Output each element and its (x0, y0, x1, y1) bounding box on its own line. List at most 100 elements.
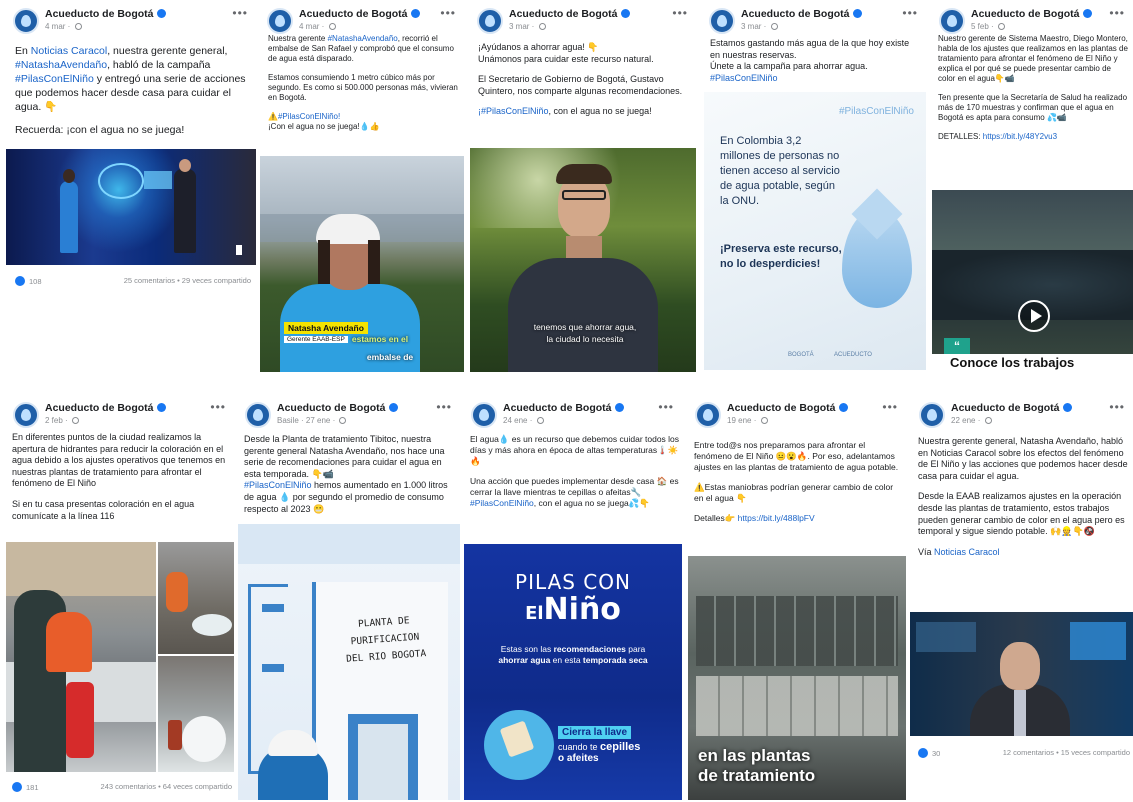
page-name[interactable]: Acueducto de Bogotá (299, 8, 420, 20)
page-name[interactable]: Acueducto de Bogotá (277, 402, 398, 414)
link[interactable]: Noticias Caracol (31, 45, 107, 57)
post-header: Acueducto de Bogotá 3 mar · ••• (468, 2, 696, 40)
page-avatar[interactable] (477, 8, 503, 34)
verified-icon (1062, 403, 1072, 412)
post-date[interactable]: Basile · 27 ene · (277, 416, 347, 425)
hashtag-link[interactable]: ¡#PilasConElNiño (478, 106, 549, 116)
link[interactable]: Noticias Caracol (934, 547, 1000, 557)
globe-icon (339, 417, 347, 424)
post-date[interactable]: 24 ene · (503, 416, 544, 425)
post-card-6: Acueducto de Bogotá 2 feb · ••• En difer… (4, 396, 234, 800)
hashtag-link[interactable]: #PilasConElNiño (15, 73, 94, 85)
page-avatar[interactable] (267, 8, 293, 34)
page-name[interactable]: Acueducto de Bogotá (741, 8, 862, 20)
image-bold-text: ¡Preserva este recurso, no lo desperdici… (720, 243, 842, 270)
post-card-1: Acueducto de Bogotá 4 mar · ••• En Notic… (4, 2, 256, 390)
hashtag-link[interactable]: #PilasConElNiño (470, 498, 534, 508)
page-avatar[interactable] (695, 402, 721, 428)
more-options-icon[interactable]: ••• (672, 6, 688, 20)
likes-count[interactable]: 181 (26, 783, 39, 792)
post-text: ¡Ayúdanos a ahorrar agua! 👇 Unámonos par… (478, 42, 683, 117)
post-date[interactable]: 4 mar · (299, 22, 336, 31)
hashtag-link[interactable]: #PilasConElNiño (710, 73, 778, 83)
post-card-5: Acueducto de Bogotá 5 feb · ••• Nuestro … (930, 2, 1133, 372)
page-avatar[interactable] (13, 402, 39, 428)
more-options-icon[interactable]: ••• (902, 6, 918, 20)
more-options-icon[interactable]: ••• (1109, 6, 1125, 20)
post-card-10: Acueducto de Bogotá 22 ene · ••• Nuestra… (910, 396, 1133, 800)
verified-icon (388, 403, 398, 412)
more-options-icon[interactable]: ••• (1109, 400, 1125, 414)
page-avatar[interactable] (245, 402, 271, 428)
post-date[interactable]: 3 mar · (509, 22, 546, 31)
quote-badge: “ (944, 338, 970, 354)
volume-icon[interactable] (236, 245, 246, 255)
more-options-icon[interactable]: ••• (210, 400, 226, 414)
post-video[interactable]: tenemos que ahorrar agua, la ciudad lo n… (470, 148, 696, 372)
verified-icon (614, 403, 624, 412)
post-stats: 108 25 comentarios • 29 veces compartido (15, 276, 251, 286)
post-date[interactable]: 19 ene · (727, 416, 768, 425)
globe-icon (74, 23, 82, 30)
page-avatar[interactable] (709, 8, 735, 34)
link[interactable]: https://bit.ly/488lpFV (738, 513, 815, 523)
page-name[interactable]: Acueducto de Bogotá (509, 8, 630, 20)
hashtag-link[interactable]: #NatashaAvendaño (328, 34, 398, 43)
post-date[interactable]: 5 feb · (971, 22, 1005, 31)
post-stats: 30 12 comentarios • 15 veces compartido (918, 748, 1130, 758)
post-video[interactable]: Natasha Avendaño Gerente EAAB-ESP estamo… (260, 156, 464, 372)
post-date[interactable]: 4 mar · (45, 22, 82, 31)
page-name[interactable]: Acueducto de Bogotá (971, 8, 1092, 20)
more-options-icon[interactable]: ••• (232, 6, 248, 20)
like-icon (918, 748, 928, 758)
page-name[interactable]: Acueducto de Bogotá (727, 402, 848, 414)
like-icon (15, 276, 25, 286)
comments-shares[interactable]: 25 comentarios • 29 veces compartido (124, 276, 251, 285)
page-name[interactable]: Acueducto de Bogotá (45, 8, 166, 20)
more-options-icon[interactable]: ••• (440, 6, 456, 20)
post-image[interactable]: PILAS CON ElNiño Estas son las recomenda… (464, 544, 682, 800)
post-text: El agua💧 es un recurso que debemos cuida… (470, 434, 680, 508)
globe-icon (984, 417, 992, 424)
post-video[interactable]: “ Conoce los trabajos (932, 190, 1133, 372)
post-video[interactable]: PLANTA DE PURIFICACION DEL RIO BOGOTA (238, 524, 460, 800)
post-date[interactable]: 22 ene · (951, 416, 992, 425)
page-name[interactable]: Acueducto de Bogotá (503, 402, 624, 414)
hashtag-link[interactable]: ⚠️#PilasConElNiño! (268, 112, 340, 121)
hashtag-link[interactable]: #PilasConElNiño (244, 480, 312, 490)
post-image-top-right[interactable] (158, 542, 234, 654)
video-overlay-text: en las plantas de tratamiento (698, 746, 816, 785)
post-video[interactable] (910, 612, 1133, 736)
page-avatar[interactable] (471, 402, 497, 428)
comments-shares[interactable]: 243 comentarios • 64 veces compartido (101, 782, 232, 791)
post-card-8: Acueducto de Bogotá 24 ene · ••• El agua… (462, 396, 682, 800)
link[interactable]: https://bit.ly/48Y2vu3 (983, 132, 1057, 141)
verified-icon (1082, 9, 1092, 18)
post-video[interactable] (6, 149, 256, 265)
post-date[interactable]: 3 mar · (741, 22, 778, 31)
post-image[interactable]: #PilasConElNiño En Colombia 3,2 millones… (704, 92, 926, 370)
post-card-2: Acueducto de Bogotá 4 mar · ••• Nuestra … (258, 2, 464, 372)
page-name[interactable]: Acueducto de Bogotá (951, 402, 1072, 414)
globe-icon (538, 23, 546, 30)
post-date[interactable]: 2 feb · (45, 416, 79, 425)
page-name[interactable]: Acueducto de Bogotá (45, 402, 166, 414)
hashtag-link[interactable]: #NatashaAvendaño (15, 59, 107, 71)
more-options-icon[interactable]: ••• (658, 400, 674, 414)
page-avatar[interactable] (939, 8, 965, 34)
more-options-icon[interactable]: ••• (882, 400, 898, 414)
page-avatar[interactable] (919, 402, 945, 428)
post-image-bottom-right[interactable] (158, 656, 234, 772)
poster-cta: Cierra la llave cuando te cepilles o afe… (558, 726, 641, 764)
likes-count[interactable]: 30 (932, 749, 940, 758)
post-video[interactable]: en las plantas de tratamiento (688, 556, 906, 800)
video-banner-text: Conoce los trabajos (932, 354, 1133, 372)
building-sign: PLANTA DE PURIFICACION DEL RIO BOGOTA (345, 615, 427, 665)
post-image-main[interactable] (6, 542, 156, 772)
globe-icon (536, 417, 544, 424)
comments-shares[interactable]: 12 comentarios • 15 veces compartido (1003, 748, 1130, 757)
more-options-icon[interactable]: ••• (436, 400, 452, 414)
post-header: Acueducto de Bogotá 22 ene · ••• (910, 396, 1133, 434)
page-avatar[interactable] (13, 8, 39, 34)
likes-count[interactable]: 108 (29, 277, 42, 286)
